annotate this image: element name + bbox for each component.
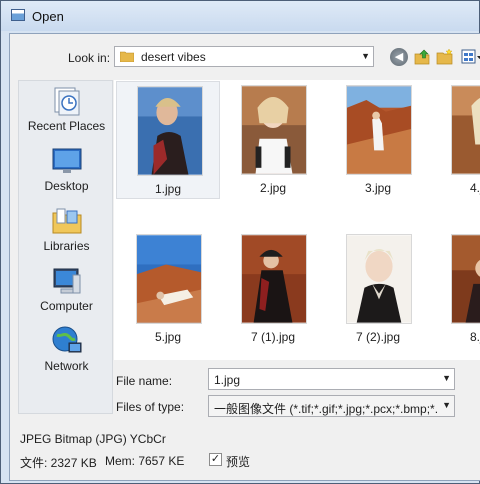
up-folder-button[interactable]: [413, 48, 431, 66]
lookin-value: desert vibes: [141, 50, 206, 64]
computer-icon: [53, 268, 80, 294]
file-list[interactable]: 1.jpg 2.jpg 3.jpg 4. 5.jpg 7 (1).jpg 7 (…: [114, 80, 480, 360]
lookin-dropdown[interactable]: desert vibes ▼: [114, 46, 374, 67]
dialog-client-area: Look in: desert vibes ▼ ◀ Recent Places …: [9, 33, 480, 481]
image-thumbnail: [241, 234, 307, 324]
image-thumbnail: [241, 85, 307, 175]
file-item[interactable]: 7 (2).jpg: [326, 230, 430, 348]
filename-label: File name:: [116, 374, 173, 388]
place-desktop[interactable]: Desktop: [19, 145, 114, 203]
place-label: Libraries: [43, 239, 90, 253]
place-label: Network: [44, 359, 89, 373]
recent-places-icon: [54, 87, 79, 116]
place-libraries[interactable]: Libraries: [19, 205, 114, 263]
file-name: 3.jpg: [364, 181, 392, 195]
back-button[interactable]: ◀: [390, 48, 408, 66]
lookin-label: Look in:: [68, 51, 111, 65]
image-thumbnail: [451, 234, 480, 324]
network-icon: [52, 326, 81, 353]
filename-value: 1.jpg: [214, 373, 241, 387]
preview-label: 预览: [226, 455, 251, 469]
image-thumbnail: [346, 234, 412, 324]
places-bar: Recent Places Desktop Libraries Computer…: [18, 80, 113, 414]
preview-checkbox[interactable]: ✓: [209, 453, 222, 466]
file-name: 4.jpg: [469, 181, 480, 195]
file-item[interactable]: 7 (1).jpg: [221, 230, 325, 348]
file-name: 1.jpg: [154, 182, 182, 196]
file-item[interactable]: 1.jpg: [116, 81, 220, 199]
image-thumbnail: [346, 85, 412, 175]
filetype-value: 一般图像文件 (*.tif;*.gif;*.jpg;*.pcx;*.bmp;*.…: [214, 402, 438, 416]
memory-size-info: Mem: 7657 KE: [105, 454, 185, 468]
filetype-dropdown[interactable]: 一般图像文件 (*.tif;*.gif;*.jpg;*.pcx;*.bmp;*.…: [208, 395, 455, 417]
image-thumbnail: [136, 234, 202, 324]
window-icon: [11, 9, 25, 21]
place-label: Desktop: [44, 179, 89, 193]
title-bar[interactable]: Open: [1, 1, 479, 31]
file-item[interactable]: 4.jpg: [431, 81, 480, 199]
view-menu-button[interactable]: [461, 48, 480, 66]
file-item[interactable]: 5.jpg: [116, 230, 220, 348]
file-name: 5.jpg: [154, 330, 182, 344]
image-thumbnail: [451, 85, 480, 175]
window-title: Open: [32, 9, 64, 24]
libraries-icon: [52, 208, 81, 234]
file-item[interactable]: 3.jpg: [326, 81, 430, 199]
image-format-info: JPEG Bitmap (JPG) YCbCr: [20, 432, 166, 446]
place-recent-places[interactable]: Recent Places: [19, 85, 114, 143]
file-name: 7 (1).jpg: [250, 330, 296, 344]
filename-combobox[interactable]: 1.jpg ▼: [208, 368, 455, 390]
file-item[interactable]: 2.jpg: [221, 81, 325, 199]
file-name: 8.jpg: [469, 330, 480, 344]
desktop-icon: [52, 148, 81, 173]
folder-icon: [120, 51, 134, 62]
place-label: Recent Places: [27, 119, 106, 133]
file-name: 7 (2).jpg: [355, 330, 401, 344]
place-label: Computer: [40, 299, 93, 313]
filetype-label: Files of type:: [116, 400, 185, 414]
file-size-info: 文件: 2327 KB: [20, 456, 97, 470]
chevron-down-icon: ▼: [439, 400, 451, 410]
place-network[interactable]: Network: [19, 325, 114, 383]
place-computer[interactable]: Computer: [19, 265, 114, 323]
chevron-down-icon: ▼: [439, 373, 451, 383]
new-folder-button[interactable]: [436, 48, 454, 66]
open-dialog: Open Look in: desert vibes ▼ ◀ Recent Pl…: [0, 0, 480, 484]
file-item[interactable]: 8.jpg: [431, 230, 480, 348]
image-thumbnail: [137, 86, 203, 176]
back-arrow-icon: ◀: [394, 51, 404, 63]
file-name: 2.jpg: [259, 181, 287, 195]
chevron-down-icon: ▼: [361, 51, 370, 61]
